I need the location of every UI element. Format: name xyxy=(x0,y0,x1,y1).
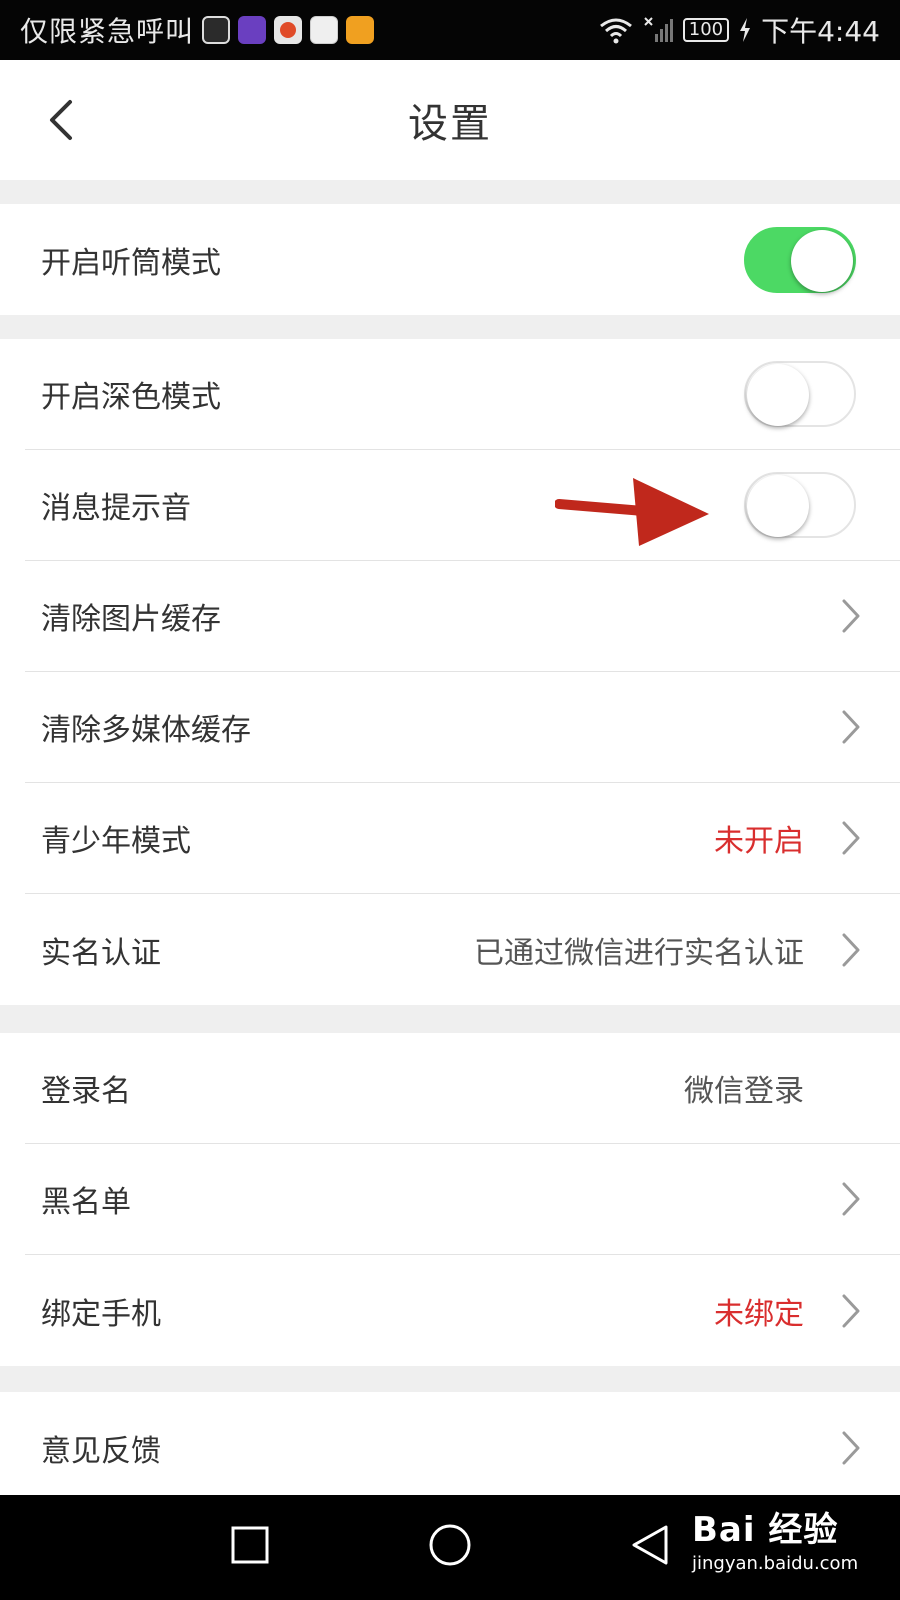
chevron-right-icon xyxy=(842,1294,860,1327)
setting-dark-mode: 开启深色模式 xyxy=(25,339,900,450)
section-account: 登录名 微信登录 黑名单 绑定手机 未绑定 xyxy=(0,1033,900,1366)
section-earpiece: 开启听筒模式 xyxy=(0,204,900,315)
bind-phone-status: 未绑定 xyxy=(714,1296,804,1332)
earpiece-mode-toggle[interactable] xyxy=(744,226,856,293)
back-icon[interactable] xyxy=(628,1523,672,1567)
home-icon[interactable] xyxy=(428,1523,472,1567)
status-right: 100 下午4:44 xyxy=(599,10,880,50)
toggle-knob xyxy=(747,364,809,426)
message-sound-label: 消息提示音 xyxy=(41,491,191,526)
setting-youth-mode[interactable]: 青少年模式 未开启 xyxy=(25,783,900,894)
setting-login-name: 登录名 微信登录 xyxy=(25,1033,900,1144)
watermark: Bai 经验 jingyan.baidu.com xyxy=(692,1502,858,1574)
setting-earpiece-mode: 开启听筒模式 xyxy=(25,204,900,315)
bind-phone-label: 绑定手机 xyxy=(41,1296,161,1332)
dark-mode-toggle[interactable] xyxy=(744,361,856,427)
setting-clear-media-cache[interactable]: 清除多媒体缓存 xyxy=(25,672,900,783)
setting-blacklist[interactable]: 黑名单 xyxy=(25,1144,900,1255)
chevron-left-icon xyxy=(50,100,72,140)
weibo-icon xyxy=(274,16,303,44)
monitor-icon xyxy=(202,16,231,44)
watermark-url: jingyan.baidu.com xyxy=(692,1553,859,1574)
chevron-right-icon xyxy=(842,821,860,855)
sina-icon xyxy=(310,16,339,44)
header: 设置 xyxy=(0,60,900,180)
status-bar: 仅限紧急呼叫 100 下午4:44 xyxy=(0,0,900,60)
feedback-label: 意见反馈 xyxy=(41,1433,161,1469)
back-button[interactable] xyxy=(40,94,90,146)
setting-clear-image-cache[interactable]: 清除图片缓存 xyxy=(25,561,900,672)
charging-icon xyxy=(740,18,751,42)
earpiece-mode-label: 开启听筒模式 xyxy=(41,245,221,281)
clear-media-cache-label: 清除多媒体缓存 xyxy=(41,713,251,748)
emergency-call-text: 仅限紧急呼叫 xyxy=(20,15,195,48)
chevron-right-icon xyxy=(842,1182,860,1216)
section-general: 开启深色模式 消息提示音 清除图片缓存 清除多媒体缓存 青少年模式 未开启 实名… xyxy=(0,339,900,1005)
section-feedback: 意见反馈 xyxy=(0,1392,900,1495)
purple-app-icon xyxy=(238,16,267,44)
setting-message-sound: 消息提示音 xyxy=(25,450,900,561)
signal-icon xyxy=(644,17,673,42)
chevron-right-icon xyxy=(842,599,860,633)
login-name-label: 登录名 xyxy=(41,1074,131,1109)
chevron-right-icon xyxy=(842,933,860,966)
chevron-right-icon xyxy=(842,1431,860,1464)
youth-mode-label: 青少年模式 xyxy=(41,824,191,859)
battery-indicator: 100 xyxy=(682,18,730,42)
recent-apps-icon[interactable] xyxy=(230,1525,270,1565)
setting-bind-phone[interactable]: 绑定手机 未绑定 xyxy=(25,1255,900,1366)
watermark-logo: Bai 经验 xyxy=(692,1510,839,1550)
dark-mode-label: 开启深色模式 xyxy=(41,380,221,415)
blacklist-label: 黑名单 xyxy=(41,1185,131,1220)
page-title: 设置 xyxy=(408,101,492,147)
clock: 下午4:44 xyxy=(761,15,880,48)
wifi-icon xyxy=(599,18,632,44)
notification-icons xyxy=(202,16,375,44)
sohu-icon xyxy=(346,16,375,44)
setting-real-name[interactable]: 实名认证 已通过微信进行实名认证 xyxy=(25,894,900,1005)
clear-image-cache-label: 清除图片缓存 xyxy=(41,602,221,637)
setting-feedback[interactable]: 意见反馈 xyxy=(25,1392,900,1495)
toggle-knob xyxy=(791,229,853,292)
real-name-label: 实名认证 xyxy=(41,935,161,971)
youth-mode-status: 未开启 xyxy=(714,824,804,859)
login-name-value: 微信登录 xyxy=(684,1074,804,1109)
toggle-knob xyxy=(747,475,809,537)
chevron-right-icon xyxy=(842,710,860,744)
message-sound-toggle[interactable] xyxy=(744,472,856,538)
real-name-status: 已通过微信进行实名认证 xyxy=(474,935,804,971)
